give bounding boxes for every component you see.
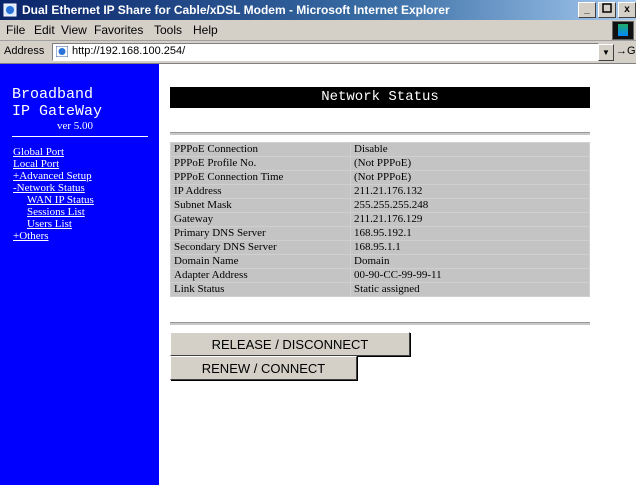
sidebar-item-global-port[interactable]: Global Port bbox=[13, 146, 64, 158]
table-row: IP Address 211.21.176.132 bbox=[171, 185, 589, 198]
sidebar-item-advanced-setup[interactable]: +Advanced Setup bbox=[13, 170, 92, 182]
maximize-button[interactable] bbox=[598, 2, 616, 18]
address-url: http://192.168.100.254/ bbox=[72, 45, 186, 57]
sidebar-item-others[interactable]: +Others bbox=[13, 230, 49, 242]
bottom-divider bbox=[170, 322, 590, 325]
sidebar-item-wan-ip-status[interactable]: WAN IP Status bbox=[27, 194, 94, 206]
row-label: Subnet Mask bbox=[171, 199, 350, 212]
menu-tools[interactable]: Tools bbox=[154, 23, 182, 37]
row-value: (Not PPPoE) bbox=[351, 171, 589, 184]
minimize-button[interactable]: _ bbox=[578, 2, 596, 18]
row-label: Domain Name bbox=[171, 255, 350, 268]
menu-help[interactable]: Help bbox=[193, 23, 218, 37]
row-label: Primary DNS Server bbox=[171, 227, 350, 240]
sidebar-item-local-port[interactable]: Local Port bbox=[13, 158, 59, 170]
brand-line-2: IP GateWay bbox=[12, 103, 103, 120]
page-icon bbox=[56, 46, 68, 57]
renew-connect-button[interactable]: RENEW / CONNECT bbox=[170, 356, 357, 380]
row-label: PPPoE Connection bbox=[171, 143, 350, 156]
window-title: Dual Ethernet IP Share for Cable/xDSL Mo… bbox=[22, 3, 450, 17]
row-label: Adapter Address bbox=[171, 269, 350, 282]
address-bar: Address http://192.168.100.254/ ▼ →Go bbox=[0, 41, 636, 64]
row-label: Secondary DNS Server bbox=[171, 241, 350, 254]
row-label: IP Address bbox=[171, 185, 350, 198]
row-value: 211.21.176.129 bbox=[351, 213, 589, 226]
address-dropdown-button[interactable]: ▼ bbox=[598, 44, 614, 61]
menu-edit[interactable]: Edit bbox=[34, 23, 55, 37]
sidebar-item-users-list[interactable]: Users List bbox=[27, 218, 72, 230]
table-row: Gateway 211.21.176.129 bbox=[171, 213, 589, 226]
menu-favorites[interactable]: Favorites bbox=[94, 23, 143, 37]
version-label: ver 5.00 bbox=[56, 120, 94, 132]
row-value: 255.255.255.248 bbox=[351, 199, 589, 212]
row-value: Static assigned bbox=[351, 283, 589, 296]
table-row: Subnet Mask 255.255.255.248 bbox=[171, 199, 589, 212]
go-button[interactable]: →Go bbox=[616, 45, 636, 57]
address-input[interactable]: http://192.168.100.254/ bbox=[52, 43, 599, 61]
top-divider bbox=[170, 132, 590, 135]
row-value: 168.95.192.1 bbox=[351, 227, 589, 240]
table-row: PPPoE Profile No. (Not PPPoE) bbox=[171, 157, 589, 170]
menu-bar: File Edit View Favorites Tools Help bbox=[0, 20, 636, 41]
sidebar: Broadband IP GateWay ver 5.00 Global Por… bbox=[0, 64, 159, 485]
row-value: 168.95.1.1 bbox=[351, 241, 589, 254]
sidebar-item-sessions-list[interactable]: Sessions List bbox=[27, 206, 85, 218]
row-label: Link Status bbox=[171, 283, 350, 296]
sidebar-item-network-status[interactable]: -Network Status bbox=[13, 182, 85, 194]
table-row: PPPoE Connection Time (Not PPPoE) bbox=[171, 171, 589, 184]
address-label: Address bbox=[4, 45, 45, 57]
page-title: Network Status bbox=[170, 87, 590, 108]
row-value: Disable bbox=[351, 143, 589, 156]
row-label: Gateway bbox=[171, 213, 350, 226]
close-button[interactable]: x bbox=[618, 2, 636, 18]
sidebar-divider bbox=[12, 136, 148, 137]
row-value: (Not PPPoE) bbox=[351, 157, 589, 170]
menu-file[interactable]: File bbox=[6, 23, 25, 37]
ie-throbber-logo bbox=[612, 21, 634, 40]
ie-page-icon bbox=[3, 3, 17, 17]
table-row: Link Status Static assigned bbox=[171, 283, 589, 296]
table-row: Adapter Address 00-90-CC-99-99-11 bbox=[171, 269, 589, 282]
row-value: 211.21.176.132 bbox=[351, 185, 589, 198]
table-row: PPPoE Connection Disable bbox=[171, 143, 589, 156]
table-row: Secondary DNS Server 168.95.1.1 bbox=[171, 241, 589, 254]
row-value: Domain bbox=[351, 255, 589, 268]
status-table: PPPoE Connection Disable PPPoE Profile No… bbox=[170, 142, 590, 297]
release-disconnect-button[interactable]: RELEASE / DISCONNECT bbox=[170, 332, 410, 356]
table-row: Primary DNS Server 168.95.192.1 bbox=[171, 227, 589, 240]
row-value: 00-90-CC-99-99-11 bbox=[351, 269, 589, 282]
menu-view[interactable]: View bbox=[61, 23, 87, 37]
row-label: PPPoE Profile No. bbox=[171, 157, 350, 170]
table-row: Domain Name Domain bbox=[171, 255, 589, 268]
maximize-icon bbox=[602, 3, 612, 13]
window-title-bar: Dual Ethernet IP Share for Cable/xDSL Mo… bbox=[0, 0, 636, 20]
brand-line-1: Broadband bbox=[12, 86, 94, 103]
row-label: PPPoE Connection Time bbox=[171, 171, 350, 184]
